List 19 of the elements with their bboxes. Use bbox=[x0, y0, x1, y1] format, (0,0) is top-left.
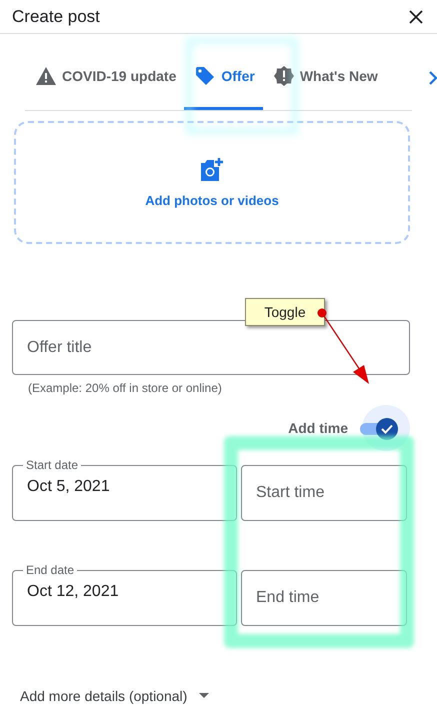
tab[interactable]: COVID-19 update bbox=[25, 44, 184, 110]
close-icon[interactable] bbox=[408, 8, 424, 24]
alert-badge-icon bbox=[272, 64, 295, 86]
tab[interactable]: What's New bbox=[262, 44, 386, 110]
dropdown-arrow-icon bbox=[199, 693, 210, 699]
add-time-label: Add time bbox=[288, 420, 348, 436]
tab[interactable]: Offer bbox=[184, 44, 263, 110]
upload-area[interactable]: Add photos or videos bbox=[14, 121, 410, 244]
offer-title-field[interactable]: Offer title bbox=[12, 320, 410, 375]
upload-label: Add photos or videos bbox=[145, 193, 279, 208]
add-more-details-button[interactable]: Add more details (optional) bbox=[20, 688, 210, 704]
check-icon bbox=[381, 424, 393, 434]
tag-icon bbox=[194, 64, 216, 86]
dialog-title: Create post bbox=[12, 6, 100, 26]
callout-label: Toggle bbox=[245, 298, 325, 326]
add-photo-icon bbox=[198, 157, 226, 183]
warning-icon bbox=[35, 66, 57, 86]
chevron-right-icon[interactable] bbox=[429, 71, 437, 85]
helper-text: (Example: 20% off in store or online) bbox=[28, 381, 223, 395]
